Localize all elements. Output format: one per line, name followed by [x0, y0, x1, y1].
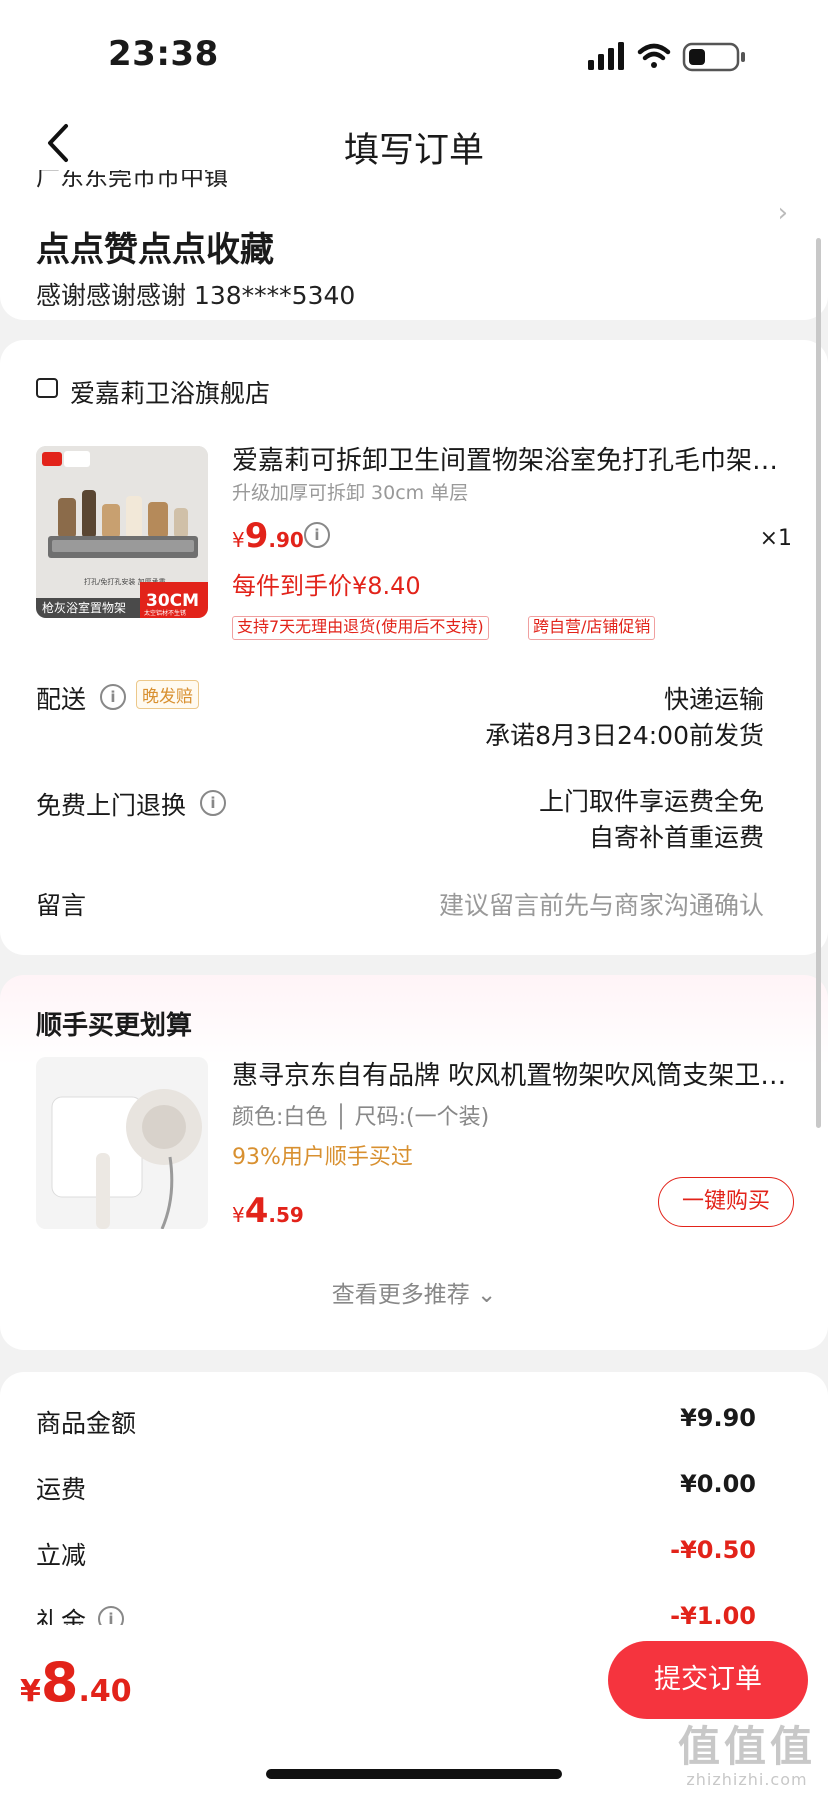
image-caption-bottom: 枪灰浴室置物架 [42, 600, 126, 615]
wifi-icon [637, 43, 671, 68]
reco-price-int: 4 [244, 1191, 269, 1231]
bottom-bar: ¥8.40 提交订单 值值值 zhizhizhi.com [0, 1625, 828, 1795]
product-title[interactable]: 爱嘉莉可拆卸卫生间置物架浴室免打孔毛巾架厕所 [232, 440, 792, 477]
recommend-price: ¥4.59 [232, 1191, 304, 1231]
reco-price-dec: .59 [268, 1203, 304, 1227]
chevron-right-icon: › [777, 198, 788, 228]
shipping-label: 运费 [36, 1475, 87, 1504]
return-service-line1[interactable]: 上门取件享运费全免 [539, 782, 764, 818]
recipient-contact: 感谢感谢感谢 138****5340 [36, 281, 356, 310]
product-sku[interactable]: 升级加厚可拆卸 30cm 单层 [232, 478, 468, 505]
delivery-promise: 承诺8月3日24:00前发货 [485, 721, 764, 750]
recipient-name: 点点赞点点收藏 [36, 230, 274, 270]
store-icon [36, 378, 58, 398]
recommend-name[interactable]: 惠寻京东自有品牌 吹风机置物架吹风筒支架卫生间 [232, 1055, 792, 1092]
final-unit-price: 每件到手价¥8.40 [232, 572, 421, 600]
shipping-value: ¥0.00 [680, 1470, 756, 1498]
signal-icon [588, 42, 624, 70]
return-policy-tag: 支持7天无理由退货(使用后不支持) [232, 616, 489, 640]
price-dec: .90 [268, 528, 304, 552]
watermark: 值值值 zhizhizhi.com [678, 1713, 816, 1789]
scrollbar[interactable] [816, 238, 821, 1128]
message-label: 留言 [36, 891, 87, 920]
message-input[interactable]: 建议留言前先与商家沟通确认 [439, 886, 764, 922]
image-badge-sub: 太空铝材不生锈 [144, 609, 186, 617]
late-compensation-badge: 晚发赔 [136, 680, 199, 709]
battery-icon [682, 42, 745, 72]
top-bar: 23:38 填写订单 广东东莞市市中镇 [0, 0, 828, 190]
total-dec: .40 [78, 1674, 132, 1709]
status-icons [588, 40, 756, 74]
address-region: 广东东莞市市中镇 [36, 170, 228, 188]
price-currency: ¥ [232, 528, 245, 552]
product-image[interactable]: 打孔/免打孔安装 加厚承重 枪灰浴室置物架 30CM 太空铝材不生锈 [36, 446, 208, 618]
return-service-line2: 自寄补首重运费 [588, 823, 764, 852]
delivery-info-icon[interactable]: i [100, 684, 126, 710]
recommend-social-proof: 93%用户顺手买过 [232, 1145, 413, 1170]
return-info-icon[interactable]: i [200, 790, 226, 816]
goods-amount-value: ¥9.90 [680, 1404, 756, 1432]
home-indicator[interactable] [266, 1769, 562, 1779]
recommend-image[interactable] [36, 1057, 208, 1229]
watermark-sub: zhizhizhi.com [686, 1770, 808, 1789]
total-payable: ¥8.40 [20, 1651, 132, 1714]
recommend-spec: 颜色:白色 │ 尺码:(一个装) [232, 1105, 490, 1130]
reco-price-currency: ¥ [232, 1203, 245, 1227]
status-time: 23:38 [108, 34, 219, 74]
total-int: 8 [40, 1651, 79, 1714]
watermark-main: 值值值 [677, 1722, 816, 1771]
delivery-label: 配送 [36, 685, 87, 714]
product-quantity: ×1 [759, 526, 792, 551]
product-price: ¥9.90 [232, 516, 304, 556]
page-title: 填写订单 [343, 131, 484, 171]
delivery-method[interactable]: 快递运输 [664, 680, 764, 716]
discount-label: 立减 [36, 1541, 87, 1570]
goods-amount-label: 商品金额 [36, 1409, 137, 1438]
recommend-title: 顺手买更划算 [36, 1011, 193, 1041]
recommend-card: 顺手买更划算 惠寻京东自有品牌 吹风机置物架吹风筒支架卫生间 颜色:白色 │ 尺… [0, 975, 828, 1350]
price-int: 9 [244, 516, 269, 556]
price-info-icon[interactable]: i [304, 522, 330, 548]
return-service-label: 免费上门退换 [36, 791, 187, 820]
promo-tag: 跨自营/店铺促销 [528, 616, 656, 640]
more-recommend-link[interactable]: 查看更多推荐 ⌄ [0, 1275, 828, 1309]
total-currency: ¥ [20, 1674, 41, 1709]
quick-buy-button[interactable]: 一键购买 [658, 1177, 794, 1227]
discount-value: -¥0.50 [670, 1536, 756, 1564]
shop-card: 爱嘉莉卫浴旗舰店 打孔/免打孔安装 加厚承重 枪灰浴室置物架 30CM 太空铝材… [0, 340, 828, 955]
submit-order-button[interactable]: 提交订单 [608, 1641, 808, 1719]
shop-name[interactable]: 爱嘉莉卫浴旗舰店 [70, 374, 270, 410]
image-badge: 30CM [146, 591, 199, 611]
